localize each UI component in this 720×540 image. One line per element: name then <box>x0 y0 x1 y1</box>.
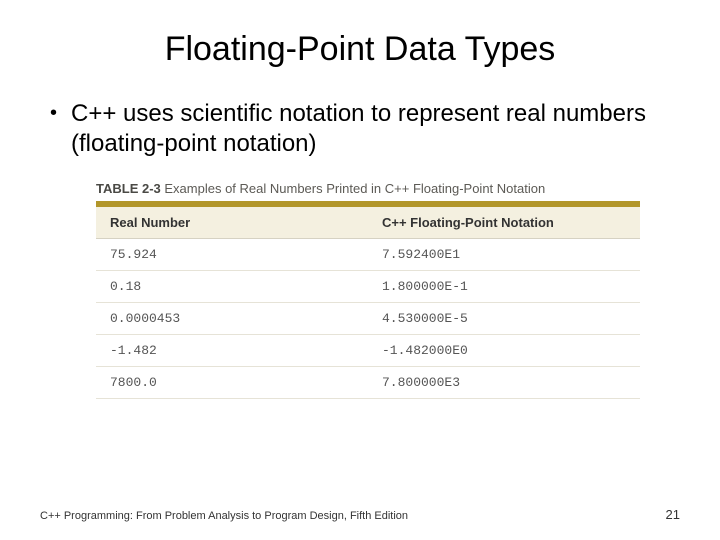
table-row: 75.924 7.592400E1 <box>96 239 640 271</box>
cell-real: 7800.0 <box>96 367 368 399</box>
cell-fp: 7.800000E3 <box>368 367 640 399</box>
bullet-text: C++ uses scientific notation to represen… <box>71 99 680 159</box>
fp-table: Real Number C++ Floating-Point Notation … <box>96 201 640 399</box>
table-header-row: Real Number C++ Floating-Point Notation <box>96 207 640 239</box>
slide-title: Floating-Point Data Types <box>40 30 680 69</box>
cell-fp: 7.592400E1 <box>368 239 640 271</box>
table-caption-text: Examples of Real Numbers Printed in C++ … <box>164 181 545 196</box>
table-caption-label: TABLE 2-3 <box>96 181 161 196</box>
table-head-fp: C++ Floating-Point Notation <box>368 207 640 239</box>
slide: Floating-Point Data Types • C++ uses sci… <box>0 0 720 540</box>
table-block: TABLE 2-3 Examples of Real Numbers Print… <box>96 181 640 399</box>
table-row: 0.0000453 4.530000E-5 <box>96 303 640 335</box>
footer-text: C++ Programming: From Problem Analysis t… <box>40 510 408 522</box>
bullet-item: • C++ uses scientific notation to repres… <box>50 99 680 159</box>
table-row: 7800.0 7.800000E3 <box>96 367 640 399</box>
cell-real: 75.924 <box>96 239 368 271</box>
cell-fp: 1.800000E-1 <box>368 271 640 303</box>
bullet-dot-icon: • <box>50 99 57 127</box>
cell-fp: -1.482000E0 <box>368 335 640 367</box>
table-caption: TABLE 2-3 Examples of Real Numbers Print… <box>96 181 640 196</box>
table-row: 0.18 1.800000E-1 <box>96 271 640 303</box>
cell-real: 0.0000453 <box>96 303 368 335</box>
bullet-list: • C++ uses scientific notation to repres… <box>40 99 680 159</box>
cell-real: 0.18 <box>96 271 368 303</box>
cell-fp: 4.530000E-5 <box>368 303 640 335</box>
slide-footer: C++ Programming: From Problem Analysis t… <box>40 507 680 522</box>
page-number: 21 <box>666 507 680 522</box>
cell-real: -1.482 <box>96 335 368 367</box>
table-row: -1.482 -1.482000E0 <box>96 335 640 367</box>
table-head-real: Real Number <box>96 207 368 239</box>
